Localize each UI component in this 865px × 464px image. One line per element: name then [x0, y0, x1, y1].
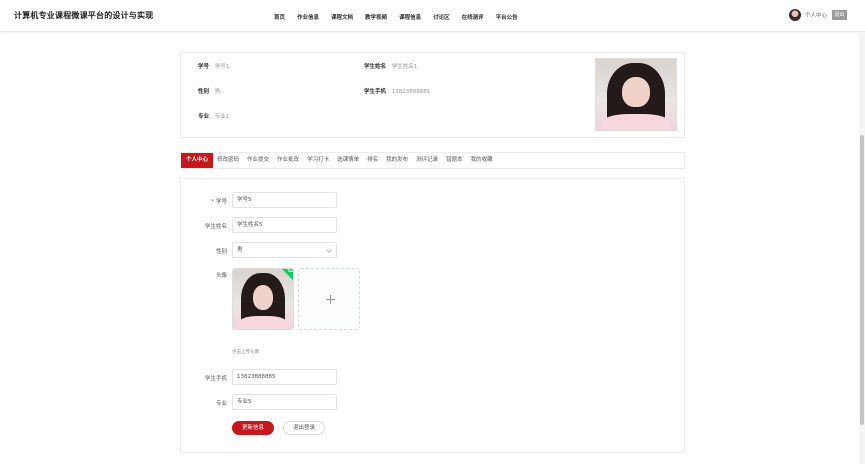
nav-discussion[interactable]: 讨论区 [433, 13, 450, 21]
avatar-label: 头像 [215, 273, 227, 279]
profile-phone-value: 13823888881 [391, 89, 431, 95]
profile-student-name-label: 学生姓名 [364, 64, 387, 70]
tab-course-list[interactable]: 选课情单 [333, 153, 363, 168]
phone-label: 学生手机 [204, 376, 227, 382]
user-tabs: 个人中心 修改密码 作业提交 作业批改 学习打卡 选课情单 排名 我的发布 测评… [180, 152, 685, 169]
major-label: 专业 [215, 401, 227, 407]
nav-home[interactable]: 首页 [274, 13, 285, 21]
tab-study-checkin[interactable]: 学习打卡 [303, 153, 333, 168]
nav-online-test[interactable]: 在线测评 [462, 13, 484, 21]
profile-phone: 学生手机 13823888881 [364, 87, 430, 95]
tab-personal-center[interactable]: 个人中心 [181, 153, 214, 168]
upload-hint: 点击上传头像 [232, 350, 259, 355]
profile-student-id-label: 学号 [198, 64, 210, 70]
phone-field[interactable]: 13823888885 [232, 369, 337, 385]
user-center-link[interactable]: 个人中心 [805, 11, 827, 19]
profile-summary-card: 学号 学号1 学生姓名 学生姓名1 性别 男 学生手机 13823888881 … [180, 52, 685, 138]
student-name-label: 学生姓名 [204, 224, 227, 230]
avatar-thumbnail[interactable] [232, 268, 294, 330]
logout-button[interactable]: 退出登录 [283, 421, 325, 435]
avatar-upload-button[interactable] [298, 268, 360, 330]
student-name-field[interactable]: 学生姓名5 [232, 217, 337, 233]
gender-select[interactable]: 男 [232, 242, 337, 258]
tab-wrong-questions[interactable]: 错题本 [442, 153, 467, 168]
user-avatar-icon[interactable] [788, 9, 801, 21]
profile-major: 专业 专业1 [198, 112, 229, 120]
main-nav: 首页 作业信息 课程文档 教学视频 课程信息 讨论区 在线测评 平台公告 [274, 13, 530, 21]
profile-major-value: 专业1 [214, 114, 230, 120]
profile-gender-label: 性别 [198, 89, 210, 95]
site-title[interactable]: 计算机专业课程微课平台的设计与实现 [14, 10, 153, 21]
tab-ranking[interactable]: 排名 [363, 153, 382, 168]
profile-student-id-value: 学号1 [214, 64, 230, 70]
top-header: 计算机专业课程微课平台的设计与实现 首页 作业信息 课程文档 教学视频 课程信息… [0, 0, 865, 32]
profile-student-id: 学号 学号1 [198, 62, 229, 70]
student-id-label: * 学号 [187, 197, 227, 205]
header-logout-button[interactable]: 退出 [832, 10, 847, 20]
required-marker: * [211, 199, 214, 205]
nav-homework-info[interactable]: 作业信息 [297, 13, 319, 21]
profile-gender-value: 男 [214, 89, 221, 95]
student-id-field[interactable]: 学号5 [232, 192, 337, 208]
tab-change-password[interactable]: 修改密码 [213, 153, 243, 168]
profile-gender: 性别 男 [198, 87, 220, 95]
tab-my-posts[interactable]: 我的发布 [382, 153, 412, 168]
profile-photo [595, 58, 677, 131]
tab-homework-submit[interactable]: 作业提交 [243, 153, 273, 168]
chevron-down-icon [326, 247, 332, 253]
gender-label: 性别 [215, 249, 227, 255]
scrollbar-thumb[interactable] [860, 135, 864, 425]
tab-test-records[interactable]: 测评记录 [412, 153, 442, 168]
profile-student-name: 学生姓名 学生姓名1 [364, 62, 417, 70]
tab-my-favorites[interactable]: 我的收藏 [467, 153, 497, 168]
user-area: 个人中心 退出 [788, 9, 847, 21]
nav-course-info[interactable]: 课程信息 [399, 13, 421, 21]
update-info-button[interactable]: 更新信息 [232, 421, 274, 435]
nav-course-docs[interactable]: 课程文档 [331, 13, 353, 21]
major-field[interactable]: 专业5 [232, 394, 337, 410]
nav-announcements[interactable]: 平台公告 [496, 13, 518, 21]
profile-student-name-value: 学生姓名1 [391, 64, 418, 70]
profile-edit-form: * 学号 学号5 学生姓名 学生姓名5 性别 男 头像 点击上传头像 学生手机 1… [180, 178, 685, 453]
tab-homework-grading[interactable]: 作业批改 [273, 153, 303, 168]
gender-select-value: 男 [237, 247, 243, 253]
profile-phone-label: 学生手机 [364, 89, 387, 95]
nav-teaching-videos[interactable]: 教学视频 [365, 13, 387, 21]
student-id-label-text: 学号 [215, 199, 227, 205]
profile-major-label: 专业 [198, 114, 210, 120]
